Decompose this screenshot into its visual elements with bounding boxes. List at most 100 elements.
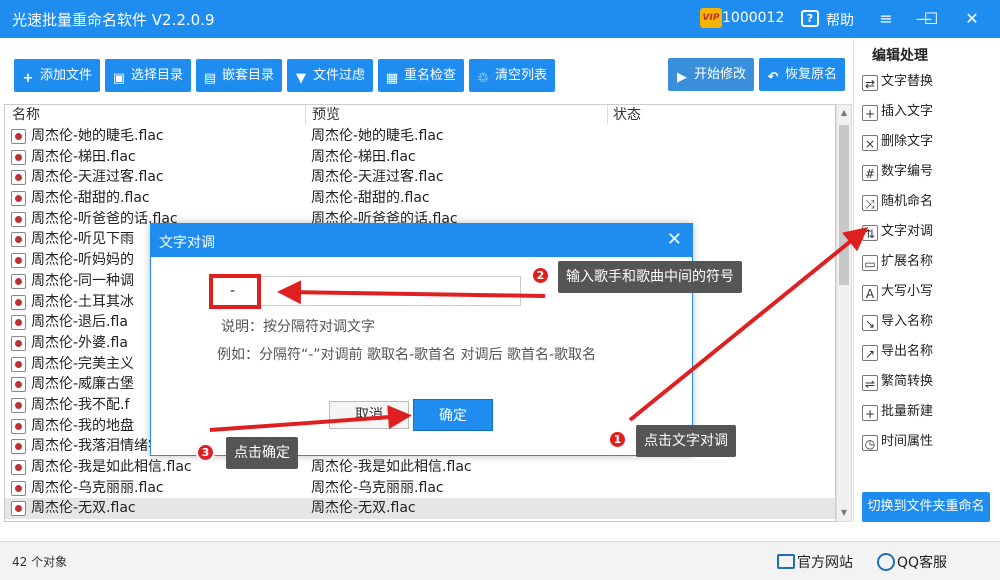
scroll-up-icon[interactable]: ▲ [837,105,851,121]
import-icon: ↘ [862,315,878,331]
menu-icon[interactable]: ≡ [873,6,899,32]
step-badge-2: 2 [531,266,550,285]
sidebar-item-label: 大写小写 [881,284,934,299]
nested-directory-button[interactable]: ▤ 嵌套目录 [196,59,282,92]
table-row[interactable]: 周杰伦-我是如此相信.flac 周杰伦-我是如此相信.flac [5,457,835,478]
number-icon: # [862,165,878,181]
file-preview-cell: 周杰伦-天涯过客.flac [311,169,444,186]
qq-support-link[interactable]: QQ客服 [877,552,947,572]
sidebar-item-label: 删除文字 [881,134,934,149]
status-bar: 42 个对象 官方网站 QQ客服 [0,541,1000,580]
sidebar-item-label: 随机命名 [881,194,934,209]
help-button[interactable]: 帮助 [826,10,854,30]
clear-list-button[interactable]: ♲ 清空列表 [469,59,555,92]
table-row[interactable]: 周杰伦-梯田.flac 周杰伦-梯田.flac [5,147,835,168]
sidebar-item-label: 繁简转换 [881,374,934,389]
file-name-cell: 周杰伦-梯田.flac [31,148,136,165]
audio-file-icon [11,335,26,351]
sidebar-item-time-attributes[interactable]: ◷ 时间属性 [862,430,992,454]
insert-icon: + [862,105,878,121]
table-row[interactable]: 周杰伦-乌克丽丽.flac 周杰伦-乌克丽丽.flac [5,478,835,499]
file-name-cell: 周杰伦-乌克丽丽.flac [31,479,164,496]
file-name-cell: 周杰伦-她的睫毛.flac [31,128,164,144]
audio-file-icon [11,397,26,413]
list-scrollbar[interactable]: ▲ ▼ [836,104,852,522]
audio-file-icon [11,294,26,310]
column-header-name[interactable]: 名称 [12,105,40,125]
sidebar-item-label: 导出名称 [881,344,934,359]
start-rename-button[interactable]: ▶ 开始修改 [668,58,754,91]
file-preview-cell: 周杰伦-无双.flac [311,500,416,517]
help-icon[interactable]: ? [801,10,819,27]
export-icon: ↗ [862,345,878,361]
swap-text-dialog: 文字对调 ✕ - 说明：按分隔符对调文字 例如：分隔符“-”对调前 歌取名-歌首… [150,223,693,456]
file-preview-cell: 周杰伦-乌克丽丽.flac [311,479,444,496]
toolbar: + 添加文件 ▣ 选择目录 ▤ 嵌套目录 ▼ 文件过虑 ▦ 重名检查 ♲ 清空列表 ▶ 开始修… [0,38,852,102]
switch-folder-rename-button[interactable]: 切换到文件夹重命名 [862,492,990,522]
audio-file-icon [11,377,26,393]
sidebar-item-number-sequence[interactable]: # 数字编号 [862,160,992,184]
column-divider[interactable] [607,105,608,125]
audio-file-icon [11,253,26,269]
sidebar-item-import-names[interactable]: ↘ 导入名称 [862,310,992,334]
sidebar-item-batch-create[interactable]: + 批量新建 [862,400,992,424]
ok-button[interactable]: 确定 [413,399,493,431]
trash-icon: ♲ [477,71,489,86]
file-preview-cell: 周杰伦-我是如此相信.flac [311,459,472,475]
file-filter-button[interactable]: ▼ 文件过虑 [287,59,373,92]
edit-sidebar: 编辑处理 ⇄ 文字替换 + 插入文字 × 删除文字 # 数字编号 ⤨ 随机命名 ⇅ 文字对调 ▭ 扩展名称… [853,38,1000,522]
sidebar-item-case-convert[interactable]: A 大写小写 [862,280,992,304]
sidebar-item-traditional-simplified[interactable]: ⇌ 繁简转换 [862,370,992,394]
shuffle-icon: ⤨ [862,195,878,211]
extension-icon: ▭ [862,255,878,271]
sidebar-item-text-replace[interactable]: ⇄ 文字替换 [862,70,992,94]
table-row[interactable]: 周杰伦-甜甜的.flac 周杰伦-甜甜的.flac [5,188,835,209]
close-button[interactable]: ✕ [959,6,985,32]
restore-name-button[interactable]: ↶ 恢复原名 [759,58,845,91]
sidebar-item-label: 插入文字 [881,104,934,119]
audio-file-icon [11,232,26,248]
file-name-cell: 周杰伦-完美主义 [31,355,135,372]
duplicate-check-button[interactable]: ▦ 重名检查 [378,59,464,92]
file-preview-cell: 周杰伦-梯田.flac [311,148,416,165]
file-preview-cell: 周杰伦-她的睫毛.flac [311,128,444,144]
sidebar-item-label: 文字对调 [881,224,934,239]
folder-plus-icon: ▣ [112,71,126,86]
callout-enter-separator: 输入歌手和歌曲中间的符号 [558,261,742,293]
dialog-close-icon[interactable]: ✕ [667,229,682,250]
select-directory-button[interactable]: ▣ 选择目录 [105,59,191,92]
column-divider[interactable] [305,105,306,125]
sidebar-item-export-names[interactable]: ↗ 导出名称 [862,340,992,364]
column-header-preview[interactable]: 预览 [312,105,340,125]
monitor-icon [777,554,795,569]
highlight-box [209,274,261,309]
table-row[interactable]: 周杰伦-天涯过客.flac 周杰伦-天涯过客.flac [5,167,835,188]
audio-file-icon [11,315,26,331]
sidebar-item-random-name[interactable]: ⤨ 随机命名 [862,190,992,214]
official-website-link[interactable]: 官方网站 [777,552,853,572]
file-name-cell: 周杰伦-威廉古堡 [31,376,135,393]
filter-icon: ▼ [296,71,306,86]
scroll-down-icon[interactable]: ▼ [837,505,851,521]
audio-file-icon [11,211,26,227]
column-header-status[interactable]: 状态 [613,105,641,125]
maximize-button[interactable]: ☐ [918,6,944,32]
case-icon: A [862,285,878,301]
replace-icon: ⇄ [862,75,878,91]
folder-icon: ▤ [203,71,217,86]
audio-file-icon [11,480,26,496]
title-bar: 光速批量重命名软件 V2.2.0.9 VIP 1000012 ? 帮助 ≡ — … [0,0,1000,38]
sidebar-item-insert-text[interactable]: + 插入文字 [862,100,992,124]
table-row[interactable]: 周杰伦-无双.flac 周杰伦-无双.flac [5,498,835,520]
callout-click-swap: 点击文字对调 [636,425,736,457]
audio-file-icon [11,191,26,207]
scroll-thumb[interactable] [839,125,849,285]
sidebar-item-swap-text[interactable]: ⇅ 文字对调 [862,220,992,244]
undo-icon: ↶ [767,70,779,85]
sidebar-item-extension-name[interactable]: ▭ 扩展名称 [862,250,992,274]
add-file-button[interactable]: + 添加文件 [14,59,100,92]
cancel-button[interactable]: 取消 [329,401,409,429]
sidebar-item-delete-text[interactable]: × 删除文字 [862,130,992,154]
audio-file-icon [11,418,26,434]
table-row[interactable]: 周杰伦-她的睫毛.flac 周杰伦-她的睫毛.flac [5,126,835,147]
